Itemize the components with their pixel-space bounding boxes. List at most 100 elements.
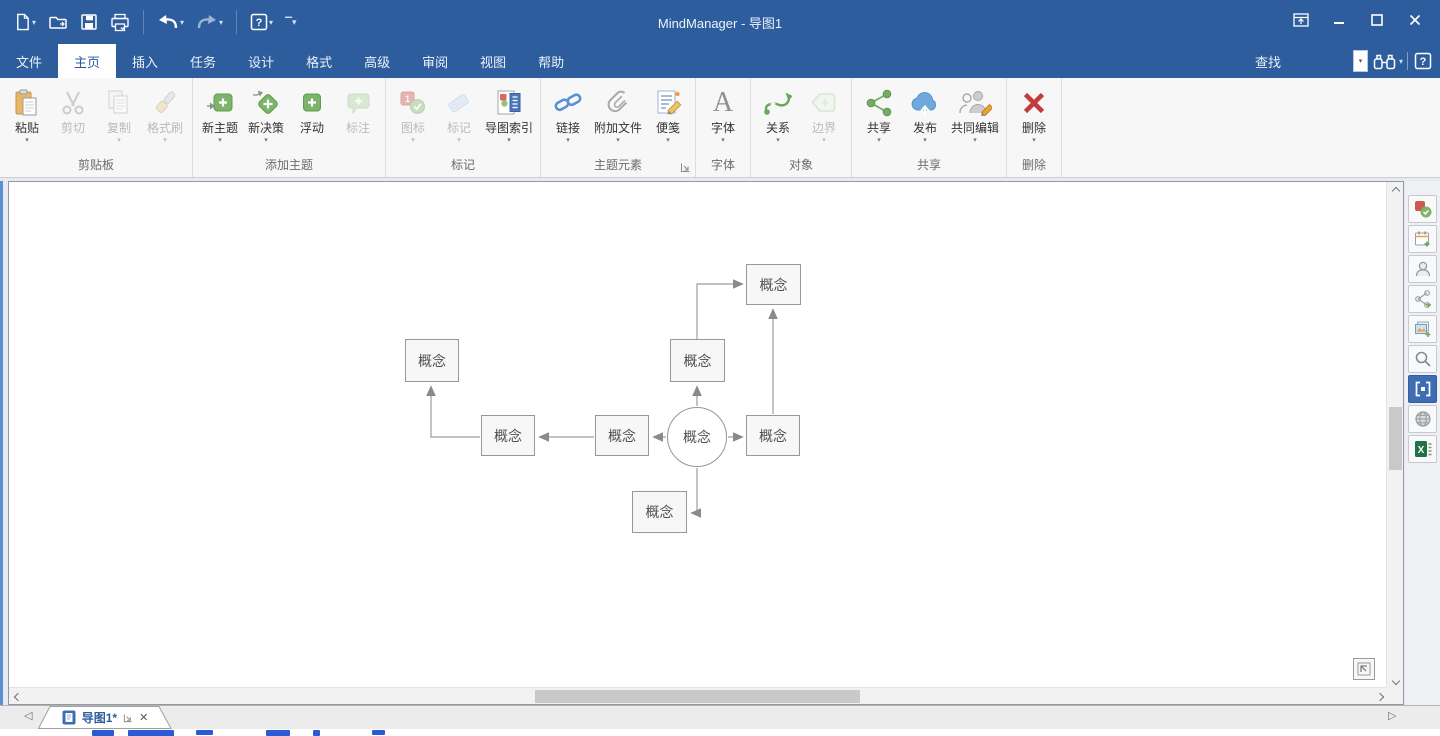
copy-button[interactable]: 复制 ▾ <box>96 78 142 146</box>
pane-tab-relationships[interactable] <box>1408 285 1437 313</box>
help-icon[interactable]: ? <box>1414 52 1432 70</box>
find-history-dropdown[interactable]: ▾ <box>1353 50 1368 72</box>
center-map-button[interactable] <box>1353 658 1375 680</box>
topic-node-right[interactable]: 概念 <box>746 415 800 456</box>
vertical-scrollbar[interactable] <box>1386 182 1403 689</box>
document-tab-active[interactable]: 导图1* ✕ <box>38 706 172 729</box>
pane-tab-task-info[interactable] <box>1408 225 1437 253</box>
excel-icon: X <box>1413 439 1433 459</box>
pane-tab-excel[interactable]: X <box>1408 435 1437 463</box>
topic-node-bottom[interactable]: 概念 <box>632 491 687 533</box>
paste-button[interactable]: 粘贴 ▾ <box>4 78 50 146</box>
chevron-down-icon[interactable]: ▾ <box>1399 57 1403 66</box>
minimize-button[interactable] <box>1320 5 1358 35</box>
tab-review[interactable]: 审阅 <box>406 44 464 78</box>
topic-node-top-right[interactable]: 概念 <box>746 264 801 305</box>
svg-text:X: X <box>1417 445 1424 456</box>
icon-markers-icon: 1 <box>398 88 428 118</box>
close-button[interactable] <box>1396 5 1434 35</box>
redo-button[interactable]: ▾ <box>192 8 227 36</box>
tab-insert[interactable]: 插入 <box>116 44 174 78</box>
window-left-edge <box>0 181 3 705</box>
binoculars-icon[interactable] <box>1373 53 1396 70</box>
topic-node-left-top[interactable]: 概念 <box>405 339 459 382</box>
relationship-button[interactable]: 关系 ▾ <box>755 78 801 146</box>
new-decision-button[interactable]: 新决策 ▾ <box>243 78 289 146</box>
tab-scroll-right-button[interactable]: ▷ <box>1388 709 1396 722</box>
map-canvas[interactable]: 概念 概念 概念 概念 概念 概念 概念 概念 <box>8 181 1404 705</box>
tab-task[interactable]: 任务 <box>174 44 232 78</box>
save-button[interactable] <box>76 8 102 36</box>
topic-node-top[interactable]: 概念 <box>670 339 725 382</box>
pane-tab-resources[interactable] <box>1408 255 1437 283</box>
ribbon-tab-row: 文件 主页 插入 任务 设计 格式 高级 审阅 视图 帮助 <box>0 44 1440 78</box>
maximize-button[interactable] <box>1358 5 1396 35</box>
share-button[interactable]: 共享 ▾ <box>856 78 902 146</box>
tab-home[interactable]: 主页 <box>58 44 116 78</box>
horizontal-scroll-thumb[interactable] <box>535 690 860 703</box>
scroll-left-button[interactable] <box>9 688 26 705</box>
undo-button[interactable]: ▾ <box>153 8 188 36</box>
pane-tab-web[interactable] <box>1408 405 1437 433</box>
customize-toolbar-icon: ▔▾ <box>285 17 296 28</box>
svg-text:?: ? <box>256 17 263 29</box>
tags-button[interactable]: 标记 ▾ <box>436 78 482 146</box>
title-bar: ▾ ▾ ▾ ? ▾ ▔▾ MindManager - 导图1 <box>0 0 1440 44</box>
vertical-scroll-thumb[interactable] <box>1389 407 1402 470</box>
icons-button[interactable]: 1 图标 ▾ <box>390 78 436 146</box>
ribbon-filler <box>1062 78 1440 177</box>
customize-qat-button[interactable]: ▔▾ <box>281 8 300 36</box>
format-painter-button[interactable]: 格式刷 ▾ <box>142 78 188 146</box>
pane-tab-search[interactable] <box>1408 345 1437 373</box>
help-button[interactable]: ? ▾ <box>246 8 277 36</box>
chevron-down-icon: ▾ <box>616 136 620 146</box>
topic-node-center[interactable]: 概念 <box>667 407 727 467</box>
floating-topic-button[interactable]: 浮动 <box>289 78 335 146</box>
coedit-button[interactable]: 共同编辑 ▾ <box>948 78 1002 146</box>
link-button[interactable]: 链接 ▾ <box>545 78 591 146</box>
new-topic-button[interactable]: 新主题 ▾ <box>197 78 243 146</box>
topic-node-left-1[interactable]: 概念 <box>481 415 535 456</box>
print-button[interactable] <box>106 8 134 36</box>
tab-format[interactable]: 格式 <box>290 44 348 78</box>
tab-view[interactable]: 视图 <box>464 44 522 78</box>
font-button[interactable]: A 字体 ▾ <box>700 78 746 146</box>
maximize-icon <box>1371 14 1383 26</box>
map-index-button[interactable]: 导图索引 ▾ <box>482 78 536 146</box>
button-label: 浮动 <box>300 121 324 136</box>
chevron-down-icon: ▾ <box>877 136 881 146</box>
pane-tab-snippets-active[interactable] <box>1408 375 1437 403</box>
group-label-delete: 删除 <box>1011 156 1057 177</box>
pane-tab-images[interactable] <box>1408 315 1437 343</box>
callout-button[interactable]: 标注 <box>335 78 381 146</box>
horizontal-scrollbar[interactable] <box>9 687 1388 704</box>
attach-file-button[interactable]: 附加文件 ▾ <box>591 78 645 146</box>
new-document-button[interactable]: ▾ <box>10 8 40 36</box>
delete-button[interactable]: 删除 ▾ <box>1011 78 1057 146</box>
dialog-launcher-icon[interactable] <box>680 162 691 173</box>
ribbon-group-clipboard: 粘贴 ▾ 剪切 复制 ▾ 格式刷 ▾ 剪贴板 <box>0 78 193 177</box>
find-zone: 查找 ▾ ▾ ? <box>1255 44 1440 78</box>
topic-node-left-2[interactable]: 概念 <box>595 415 649 456</box>
ribbon-display-options-button[interactable] <box>1282 5 1320 35</box>
notes-button[interactable]: 便笺 ▾ <box>645 78 691 146</box>
chevron-down-icon: ▾ <box>219 18 223 27</box>
tab-close-icon[interactable]: ✕ <box>139 711 148 724</box>
pane-tab-icon-markers[interactable] <box>1408 195 1437 223</box>
open-file-button[interactable] <box>44 8 72 36</box>
publish-button[interactable]: 发布 ▾ <box>902 78 948 146</box>
tab-file[interactable]: 文件 <box>0 44 58 78</box>
tab-help[interactable]: 帮助 <box>522 44 580 78</box>
boundary-button[interactable]: 边界 ▾ <box>801 78 847 146</box>
cut-button[interactable]: 剪切 <box>50 78 96 146</box>
tab-advanced[interactable]: 高级 <box>348 44 406 78</box>
scroll-up-button[interactable] <box>1387 182 1404 199</box>
tab-properties-icon[interactable] <box>123 713 133 723</box>
chevron-down-icon: ▾ <box>269 18 273 27</box>
button-label: 标记 <box>447 121 471 136</box>
chevron-down-icon: ▾ <box>32 18 36 27</box>
chevron-down-icon: ▾ <box>218 136 222 146</box>
group-label-objects: 对象 <box>755 156 847 177</box>
tab-design[interactable]: 设计 <box>232 44 290 78</box>
tab-scroll-left-button[interactable]: ◁ <box>24 709 32 722</box>
